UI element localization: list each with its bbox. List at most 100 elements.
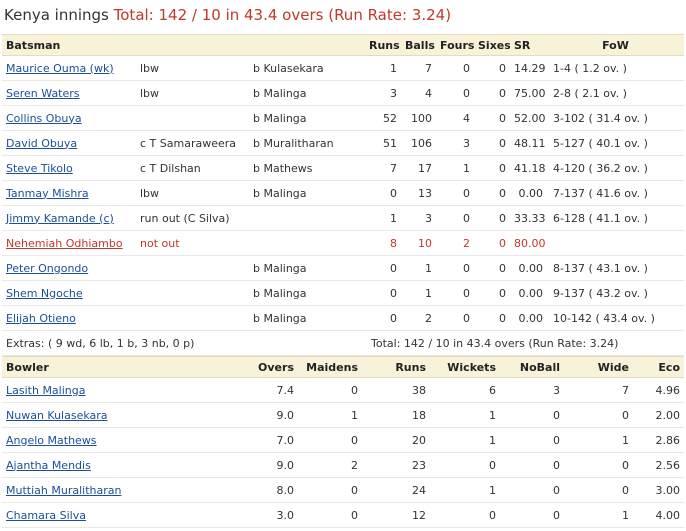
- bowler-name-link[interactable]: Chamara Silva: [6, 509, 86, 522]
- bowl-wickets: 1: [430, 477, 500, 503]
- bat-fours: 0: [436, 80, 474, 106]
- bat-fow: 6-128 ( 41.1 ov. ): [547, 205, 684, 231]
- bowl-runs: 24: [362, 477, 430, 503]
- bat-sixes: 0: [474, 130, 510, 156]
- bat-sr: 52.00: [510, 105, 547, 131]
- bat-sr: 0.00: [510, 180, 547, 206]
- bowler-name-link[interactable]: Muttiah Muralitharan: [6, 484, 121, 497]
- bowler-row: Lasith Malinga 7.4 0 38 6 3 7 4.96: [2, 377, 684, 403]
- batsman-name-link[interactable]: Steve Tikolo: [6, 162, 73, 175]
- batsman-name-link[interactable]: Peter Ongondo: [6, 262, 88, 275]
- bat-runs: 0: [365, 255, 401, 281]
- bowl-runs: 38: [362, 377, 430, 403]
- bat-fow: 7-137 ( 41.6 ov. ): [547, 180, 684, 206]
- bowl-maidens: 0: [298, 477, 362, 503]
- batsman-name-link[interactable]: Nehemiah Odhiambo: [6, 237, 123, 250]
- bat-runs: 0: [365, 280, 401, 306]
- bat-fours: 0: [436, 255, 474, 281]
- bat-fours: 0: [436, 205, 474, 231]
- bowler-name-link[interactable]: Angelo Mathews: [6, 434, 97, 447]
- bat-sr: 14.29: [510, 55, 547, 81]
- bat-fours: 0: [436, 180, 474, 206]
- bowl-wickets: 1: [430, 402, 500, 428]
- batsman-row: Peter Ongondo b Malinga 0 1 0 0 0.00 8-137 ( 43…: [2, 255, 684, 281]
- dismissal: [136, 105, 249, 131]
- dismissal-bowler: b Malinga: [249, 105, 365, 131]
- sixes-header: Sixes: [474, 34, 510, 56]
- bat-balls: 3: [401, 205, 436, 231]
- innings-total: Total: 142 / 10 in 43.4 overs (Run Rate:…: [113, 6, 452, 24]
- bowl-maidens: 0: [298, 502, 362, 528]
- batsman-name-link[interactable]: Shem Ngoche: [6, 287, 83, 300]
- bat-fours: 3: [436, 130, 474, 156]
- bowl-noball: 0: [500, 402, 564, 428]
- bat-sixes: 0: [474, 280, 510, 306]
- bat-sixes: 0: [474, 55, 510, 81]
- dismissal-bowler: b Mathews: [249, 155, 365, 181]
- fours-header: Fours: [436, 34, 474, 56]
- extras-text: Extras: ( 9 wd, 6 lb, 1 b, 3 nb, 0 p): [2, 330, 365, 356]
- bat-fow: [547, 230, 684, 256]
- extras-total: Total: 142 / 10 in 43.4 overs (Run Rate:…: [365, 330, 684, 356]
- bat-sr: 0.00: [510, 255, 547, 281]
- batsman-row: Maurice Ouma (wk) lbw b Kulasekara 1 7 0 0 14.2…: [2, 55, 684, 81]
- bowler-name-link[interactable]: Ajantha Mendis: [6, 459, 91, 472]
- bat-fours: 1: [436, 155, 474, 181]
- dismissal-bowler: [249, 230, 365, 256]
- innings-title: Kenya innings Total: 142 / 10 in 43.4 ov…: [4, 6, 451, 24]
- batsman-name-link[interactable]: David Obuya: [6, 137, 77, 150]
- bat-fours: 2: [436, 230, 474, 256]
- batsman-name-link[interactable]: Elijah Otieno: [6, 312, 76, 325]
- bat-sr: 0.00: [510, 305, 547, 331]
- bowl-eco: 3.00: [633, 477, 684, 503]
- dismissal-bowler: b Malinga: [249, 80, 365, 106]
- bat-runs: 0: [365, 180, 401, 206]
- bowler-name-link[interactable]: Lasith Malinga: [6, 384, 85, 397]
- bat-balls: 2: [401, 305, 436, 331]
- maidens-header: Maidens: [298, 356, 362, 378]
- bowl-wickets: 6: [430, 377, 500, 403]
- bat-fours: 0: [436, 280, 474, 306]
- batsman-name-link[interactable]: Maurice Ouma (wk): [6, 62, 114, 75]
- sr-header: SR: [510, 34, 547, 56]
- batting-table: Batsman Runs Balls Fours Sixes SR FoW Ma…: [2, 34, 684, 356]
- bowl-runs: 18: [362, 402, 430, 428]
- batsman-name-link[interactable]: Seren Waters: [6, 87, 80, 100]
- batsman-name-link[interactable]: Tanmay Mishra: [6, 187, 89, 200]
- bowler-row: Angelo Mathews 7.0 0 20 1 0 1 2.86: [2, 427, 684, 453]
- batsman-row: Seren Waters lbw b Malinga 3 4 0 0 75.00 2-8 ( 2…: [2, 80, 684, 106]
- dismissal: lbw: [136, 80, 249, 106]
- dismissal: [136, 255, 249, 281]
- bat-fow: 1-4 ( 1.2 ov. ): [547, 55, 684, 81]
- bat-sixes: 0: [474, 155, 510, 181]
- batsman-name-link[interactable]: Jimmy Kamande (c): [6, 212, 114, 225]
- bowl-noball: 0: [500, 477, 564, 503]
- bowl-overs: 8.0: [172, 477, 298, 503]
- bat-sixes: 0: [474, 105, 510, 131]
- bowl-wide: 1: [564, 502, 633, 528]
- bowl-noball: 3: [500, 377, 564, 403]
- bat-fow: 9-137 ( 43.2 ov. ): [547, 280, 684, 306]
- bowl-runs: 23: [362, 452, 430, 478]
- bat-sixes: 0: [474, 80, 510, 106]
- bat-runs: 1: [365, 55, 401, 81]
- batsman-name-link[interactable]: Collins Obuya: [6, 112, 82, 125]
- batsman-row: Collins Obuya b Malinga 52 100 4 0 52.00 3-102 …: [2, 105, 684, 131]
- team-innings-label: Kenya innings: [4, 6, 109, 24]
- bat-fow: 3-102 ( 31.4 ov. ): [547, 105, 684, 131]
- bowling-header-row: Bowler Overs Maidens Runs Wickets NoBall…: [2, 356, 684, 378]
- bowl-overs: 9.0: [172, 402, 298, 428]
- bat-runs: 0: [365, 305, 401, 331]
- bat-runs: 3: [365, 80, 401, 106]
- dismissal-bowler: b Malinga: [249, 255, 365, 281]
- bat-sixes: 0: [474, 230, 510, 256]
- bat-balls: 1: [401, 255, 436, 281]
- batsman-row: David Obuya c T Samaraweera b Muralitharan…: [2, 130, 684, 156]
- bowler-name-link[interactable]: Nuwan Kulasekara: [6, 409, 108, 422]
- bowl-overs: 9.0: [172, 452, 298, 478]
- bat-balls: 13: [401, 180, 436, 206]
- dismissal-bowler: b Malinga: [249, 280, 365, 306]
- noball-header: NoBall: [500, 356, 564, 378]
- batsman-header: Batsman: [2, 34, 136, 56]
- batsman-row: Shem Ngoche b Malinga 0 1 0 0 0.00 9-137 ( 43.2…: [2, 280, 684, 306]
